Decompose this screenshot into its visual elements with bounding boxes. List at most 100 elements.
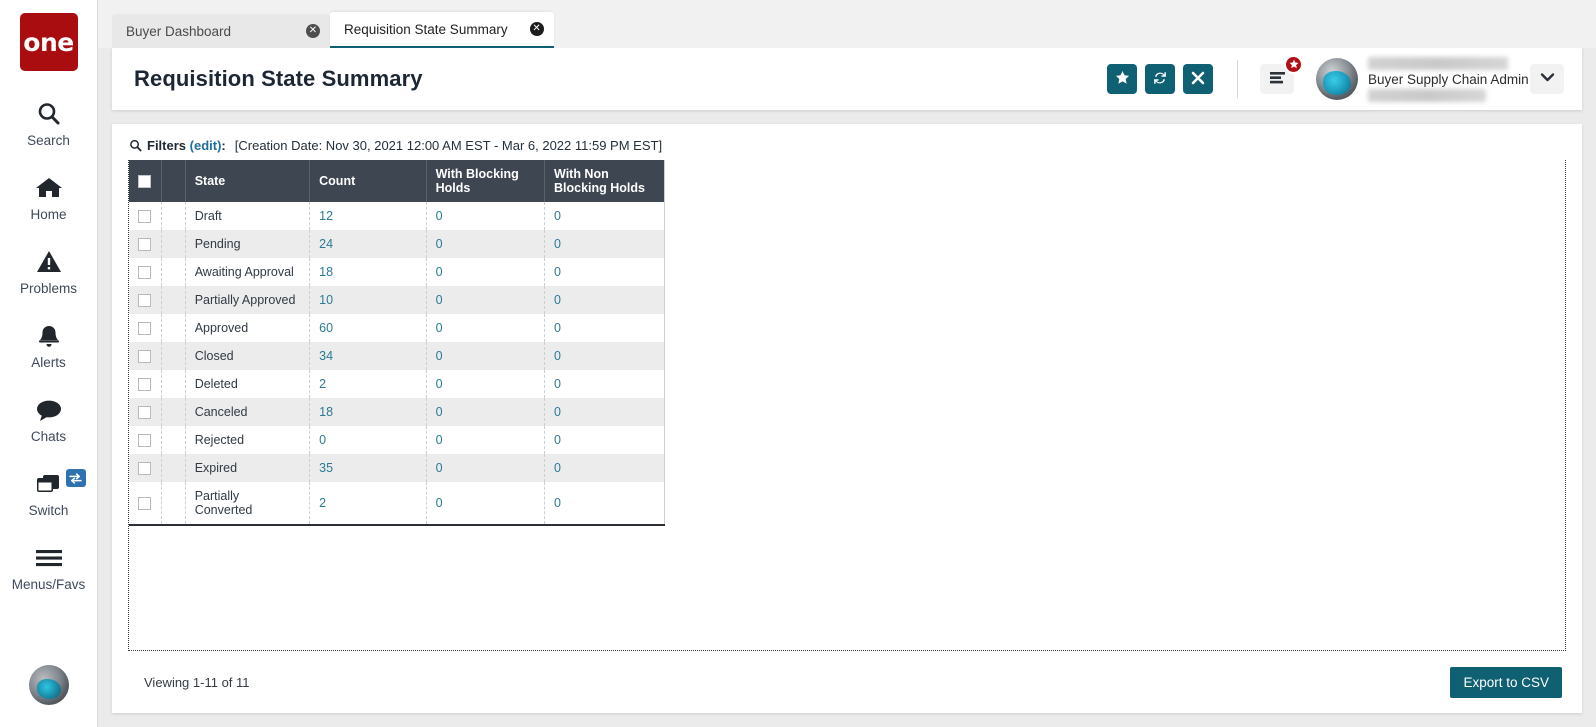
cell-blocking-holds[interactable]: 0 — [426, 258, 544, 286]
non-blocking-holds-link[interactable]: 0 — [554, 321, 561, 335]
table-row[interactable]: Pending2400 — [129, 230, 665, 258]
non-blocking-holds-link[interactable]: 0 — [554, 377, 561, 391]
non-blocking-holds-link[interactable]: 0 — [554, 293, 561, 307]
avatar[interactable] — [1316, 58, 1358, 100]
blocking-holds-link[interactable]: 0 — [436, 237, 443, 251]
table-row[interactable]: Approved6000 — [129, 314, 665, 342]
row-select-cell[interactable] — [129, 342, 161, 370]
cell-blocking-holds[interactable]: 0 — [426, 202, 544, 230]
cell-non-blocking-holds[interactable]: 0 — [545, 342, 666, 370]
sidebar-item-menus-favs[interactable]: Menus/Favs — [0, 531, 98, 605]
row-select-cell[interactable] — [129, 370, 161, 398]
close-circle-icon[interactable]: ✕ — [530, 22, 544, 36]
sidebar-item-home[interactable]: Home — [0, 161, 98, 235]
cell-count[interactable]: 18 — [310, 398, 426, 426]
brand-logo[interactable]: one — [20, 13, 78, 71]
cell-blocking-holds[interactable]: 0 — [426, 482, 544, 524]
row-select-cell[interactable] — [129, 482, 161, 524]
row-select-cell[interactable] — [129, 454, 161, 482]
table-row[interactable]: Expired3500 — [129, 454, 665, 482]
select-all-header[interactable] — [129, 160, 161, 202]
count-link[interactable]: 60 — [319, 321, 333, 335]
row-select-cell[interactable] — [129, 398, 161, 426]
cell-count[interactable]: 24 — [310, 230, 426, 258]
cell-non-blocking-holds[interactable]: 0 — [545, 482, 666, 524]
tab-requisition-state-summary[interactable]: Requisition State Summary ✕ — [330, 12, 554, 48]
row-checkbox[interactable] — [138, 497, 151, 510]
sidebar-item-problems[interactable]: Problems — [0, 235, 98, 309]
blocking-holds-link[interactable]: 0 — [436, 321, 443, 335]
table-header-count[interactable]: Count — [310, 160, 426, 202]
row-select-cell[interactable] — [129, 258, 161, 286]
row-checkbox[interactable] — [138, 294, 151, 307]
row-select-cell[interactable] — [129, 286, 161, 314]
user-menu-dropdown-button[interactable] — [1530, 64, 1564, 94]
cell-count[interactable]: 12 — [310, 202, 426, 230]
row-checkbox[interactable] — [138, 434, 151, 447]
row-checkbox[interactable] — [138, 238, 151, 251]
count-link[interactable]: 18 — [319, 405, 333, 419]
blocking-holds-link[interactable]: 0 — [436, 265, 443, 279]
count-link[interactable]: 2 — [319, 377, 326, 391]
cell-blocking-holds[interactable]: 0 — [426, 370, 544, 398]
cell-blocking-holds[interactable]: 0 — [426, 398, 544, 426]
table-row[interactable]: Partially Converted200 — [129, 482, 665, 524]
non-blocking-holds-link[interactable]: 0 — [554, 237, 561, 251]
non-blocking-holds-link[interactable]: 0 — [554, 265, 561, 279]
table-row[interactable]: Deleted200 — [129, 370, 665, 398]
close-button[interactable] — [1183, 64, 1213, 94]
count-link[interactable]: 2 — [319, 496, 326, 510]
blocking-holds-link[interactable]: 0 — [436, 405, 443, 419]
row-checkbox[interactable] — [138, 462, 151, 475]
close-circle-icon[interactable]: ✕ — [306, 24, 320, 38]
favorite-button[interactable] — [1107, 64, 1137, 94]
table-row[interactable]: Closed3400 — [129, 342, 665, 370]
sidebar-avatar[interactable] — [29, 665, 69, 705]
count-link[interactable]: 18 — [319, 265, 333, 279]
cell-non-blocking-holds[interactable]: 0 — [545, 202, 666, 230]
cell-non-blocking-holds[interactable]: 0 — [545, 286, 666, 314]
cell-non-blocking-holds[interactable]: 0 — [545, 370, 666, 398]
cell-count[interactable]: 34 — [310, 342, 426, 370]
count-link[interactable]: 35 — [319, 461, 333, 475]
refresh-button[interactable] — [1145, 64, 1175, 94]
cell-count[interactable]: 60 — [310, 314, 426, 342]
cell-count[interactable]: 2 — [310, 482, 426, 524]
sidebar-item-chats[interactable]: Chats — [0, 383, 98, 457]
count-link[interactable]: 0 — [319, 433, 326, 447]
cell-non-blocking-holds[interactable]: 0 — [545, 230, 666, 258]
table-header-with-non-blocking-holds[interactable]: With Non Blocking Holds — [545, 160, 666, 202]
blocking-holds-link[interactable]: 0 — [436, 496, 443, 510]
non-blocking-holds-link[interactable]: 0 — [554, 209, 561, 223]
row-checkbox[interactable] — [138, 322, 151, 335]
non-blocking-holds-link[interactable]: 0 — [554, 433, 561, 447]
blocking-holds-link[interactable]: 0 — [436, 377, 443, 391]
cell-non-blocking-holds[interactable]: 0 — [545, 426, 666, 454]
sidebar-item-alerts[interactable]: Alerts — [0, 309, 98, 383]
table-row[interactable]: Canceled1800 — [129, 398, 665, 426]
row-checkbox[interactable] — [138, 350, 151, 363]
cell-blocking-holds[interactable]: 0 — [426, 454, 544, 482]
cell-blocking-holds[interactable]: 0 — [426, 230, 544, 258]
table-row[interactable]: Partially Approved1000 — [129, 286, 665, 314]
swap-arrows-icon[interactable] — [66, 469, 86, 487]
cell-non-blocking-holds[interactable]: 0 — [545, 398, 666, 426]
table-row[interactable]: Rejected000 — [129, 426, 665, 454]
non-blocking-holds-link[interactable]: 0 — [554, 461, 561, 475]
count-link[interactable]: 12 — [319, 209, 333, 223]
table-header-with-blocking-holds[interactable]: With Blocking Holds — [426, 160, 544, 202]
row-checkbox[interactable] — [138, 266, 151, 279]
cell-blocking-holds[interactable]: 0 — [426, 314, 544, 342]
row-select-cell[interactable] — [129, 230, 161, 258]
tab-buyer-dashboard[interactable]: Buyer Dashboard ✕ — [112, 14, 330, 48]
cell-blocking-holds[interactable]: 0 — [426, 426, 544, 454]
blocking-holds-link[interactable]: 0 — [436, 293, 443, 307]
cell-non-blocking-holds[interactable]: 0 — [545, 258, 666, 286]
select-all-checkbox[interactable] — [138, 175, 151, 188]
menus-favorites-button[interactable] — [1260, 64, 1294, 94]
row-select-cell[interactable] — [129, 202, 161, 230]
non-blocking-holds-link[interactable]: 0 — [554, 405, 561, 419]
sidebar-item-switch[interactable]: Switch — [0, 457, 98, 531]
blocking-holds-link[interactable]: 0 — [436, 349, 443, 363]
non-blocking-holds-link[interactable]: 0 — [554, 349, 561, 363]
